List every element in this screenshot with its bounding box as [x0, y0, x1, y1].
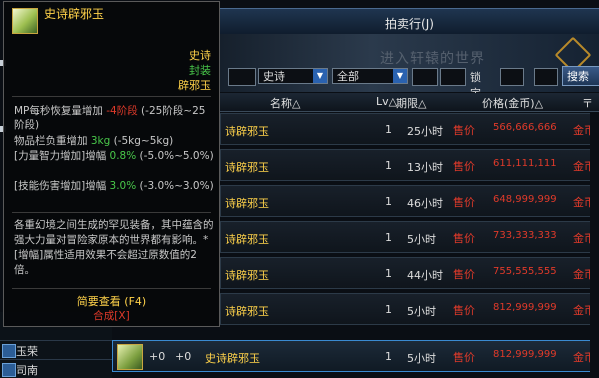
sale-label: 售价 [453, 160, 475, 173]
item-name: 诗辟邪玉 [225, 125, 269, 138]
item-price: 755,555,555 [493, 266, 557, 277]
item-name: 诗辟邪玉 [225, 233, 269, 246]
column-header: 名称△ Lv△ 期限△ 价格(金币)△ 〒 [220, 93, 599, 112]
lock-input-1[interactable] [500, 68, 524, 86]
chevron-down-icon[interactable]: ▼ [393, 69, 407, 83]
category-label: 玉荣 [16, 345, 38, 358]
sale-label: 售价 [453, 196, 475, 209]
sale-label: 售价 [453, 268, 475, 281]
item-upgrade: +0 [149, 350, 166, 363]
item-name: 诗辟邪玉 [225, 197, 269, 210]
category-item[interactable]: 玉荣 [0, 340, 112, 359]
item-tooltip: 史诗辟邪玉 史诗 封装 辟邪玉 MP每秒恢复量增加 -4阶段 (-25阶段~25… [3, 1, 220, 327]
tooltip-stat-str-int: [力量智力增加]增幅 0.8% (-5.0%~5.0%) [14, 150, 214, 162]
chevron-down-icon[interactable]: ▼ [313, 69, 327, 83]
level-min-input[interactable] [228, 68, 256, 86]
tooltip-item-name: 史诗辟邪玉 [44, 7, 105, 21]
item-duration: 44小时 [407, 269, 443, 282]
sale-label: 售价 [453, 124, 475, 137]
window-title: 拍卖行(J) [385, 17, 434, 31]
synthesize-hint[interactable]: 合成[X] [4, 308, 219, 323]
item-price: 566,666,666 [493, 122, 557, 133]
table-row[interactable]: 诗辟邪玉 1 13小时 售价 611,111,111 金币 [220, 149, 599, 181]
column-price[interactable]: 价格(金币)△ [482, 95, 543, 111]
tooltip-stat-skill-damage: [技能伤害增加]增幅 3.0% (-3.0%~3.0%) [14, 180, 214, 192]
item-name: 诗辟邪玉 [225, 305, 269, 318]
rarity-select[interactable]: 史诗 ▼ [258, 68, 328, 84]
column-name[interactable]: 名称△ [270, 95, 300, 111]
tooltip-item-type: 辟邪玉 [178, 79, 211, 92]
item-price: 733,333,333 [493, 230, 557, 241]
banner-text: 进入轩辕的世界 [380, 51, 485, 67]
item-price: 611,111,111 [493, 158, 557, 169]
item-price: 812,999,999 [493, 302, 557, 313]
brief-view-hint[interactable]: 简要查看 (F4) [4, 293, 219, 309]
column-lv[interactable]: Lv△ [376, 95, 397, 108]
price-max-input[interactable] [440, 68, 466, 86]
divider [12, 96, 211, 97]
item-jade-icon [12, 8, 38, 34]
sale-label: 售价 [453, 232, 475, 245]
tooltip-stat-mp-regen: MP每秒恢复量增加 -4阶段 (-25阶段~25阶段) [14, 105, 206, 131]
category-select[interactable]: 全部 ▼ [332, 68, 408, 84]
item-duration: 25小时 [407, 125, 443, 138]
item-level: 1 [385, 231, 392, 244]
item-level: 1 [385, 303, 392, 316]
table-row[interactable]: 诗辟邪玉 1 44小时 售价 755,555,555 金币 [220, 257, 599, 289]
item-name: 诗辟邪玉 [225, 269, 269, 282]
category-label: 司南 [16, 364, 38, 377]
category-icon [2, 344, 16, 358]
category-icon [2, 363, 16, 377]
item-price: 812,999,999 [493, 349, 557, 360]
table-row[interactable]: 诗辟邪玉 1 46小时 售价 648,999,999 金币 [220, 185, 599, 217]
item-level: 1 [385, 159, 392, 172]
table-row[interactable]: 诗辟邪玉 1 25小时 售价 566,666,666 金币 [220, 113, 599, 145]
item-price: 648,999,999 [493, 194, 557, 205]
tooltip-rarity: 史诗 [189, 49, 211, 62]
tooltip-seal-status: 封装 [189, 64, 211, 77]
table-row-selected[interactable]: +0 +0 史诗辟邪玉 1 5小时 售价 812,999,999 金币 [112, 340, 599, 372]
column-duration[interactable]: 期限△ [396, 95, 426, 111]
lock-input-2[interactable] [534, 68, 558, 86]
category-item[interactable]: 司南 [0, 359, 112, 378]
divider [12, 288, 211, 289]
item-duration: 5小时 [407, 352, 436, 365]
sale-label: 售价 [453, 304, 475, 317]
scrollbar[interactable] [590, 112, 599, 372]
item-level: 1 [385, 123, 392, 136]
item-level: 1 [385, 267, 392, 280]
item-duration: 5小时 [407, 305, 436, 318]
item-level: 1 [385, 195, 392, 208]
item-name: 史诗辟邪玉 [205, 352, 260, 365]
search-button[interactable]: 搜索 [562, 66, 599, 86]
item-duration: 46小时 [407, 197, 443, 210]
price-min-input[interactable] [412, 68, 438, 86]
tooltip-stat-weight: 物品栏负重增加 3kg (-5kg~5kg) [14, 135, 174, 147]
item-duration: 13小时 [407, 161, 443, 174]
column-tag[interactable]: 〒 [582, 95, 593, 111]
item-enhance: +0 [175, 350, 192, 363]
item-level: 1 [385, 350, 392, 363]
item-duration: 5小时 [407, 233, 436, 246]
sale-label: 售价 [453, 351, 475, 364]
divider [12, 212, 211, 213]
rarity-select-value: 史诗 [263, 70, 285, 83]
item-name: 诗辟邪玉 [225, 161, 269, 174]
tooltip-description: 各重幻境之间生成的罕见装备，其中蕴含的强大力量对冒险家原本的世界都有影响。*[增… [14, 219, 214, 276]
table-row[interactable]: 诗辟邪玉 1 5小时 售价 733,333,333 金币 [220, 221, 599, 253]
category-select-value: 全部 [337, 70, 359, 83]
table-row[interactable]: 诗辟邪玉 1 5小时 售价 812,999,999 金币 [220, 293, 599, 325]
item-jade-icon [117, 344, 143, 370]
auction-title-bar: 拍卖行(J) [220, 8, 599, 36]
